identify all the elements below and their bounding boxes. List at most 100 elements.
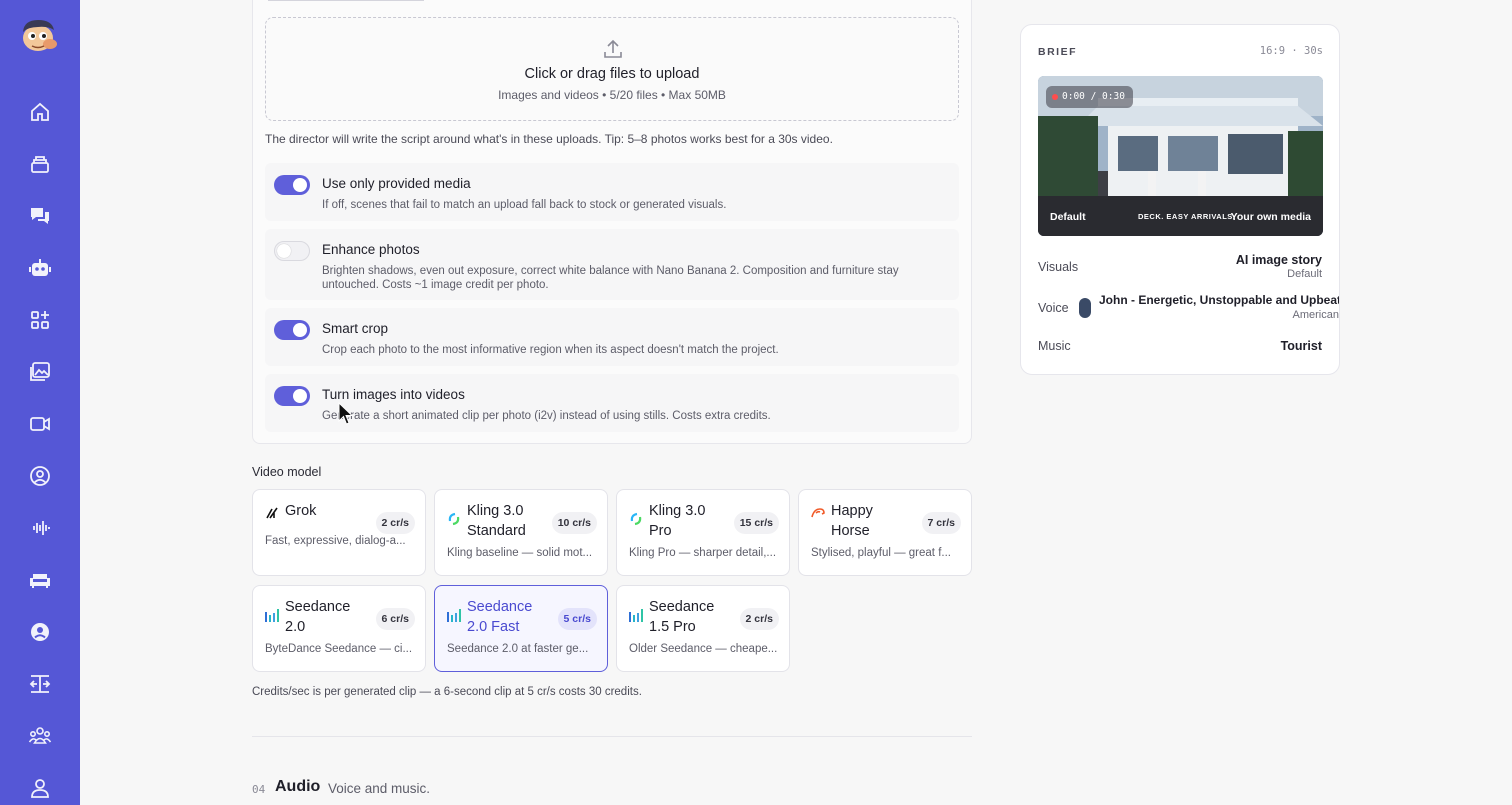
model-rate-badge: 10 cr/s (551, 512, 597, 534)
option-description: Generate a short animated clip per photo… (322, 410, 771, 422)
user-circle-icon[interactable] (28, 464, 52, 488)
model-rate-badge: 15 cr/s (733, 512, 779, 534)
apps-icon[interactable] (28, 308, 52, 332)
toggle-knob (293, 323, 307, 337)
grok-logo-icon (265, 506, 279, 520)
model-rate-badge: 5 cr/s (557, 608, 597, 630)
toggle-knob (293, 389, 307, 403)
model-rate-badge: 7 cr/s (921, 512, 961, 534)
model-description: Kling baseline — solid mot... (447, 547, 593, 559)
audio-section-title: Audio (275, 778, 321, 795)
preview-caption-middle: DECK. EASY ARRIVALS. (1138, 212, 1236, 221)
upload-tip: The director will write the script aroun… (265, 132, 833, 146)
upload-subtitle: Images and videos • 5/20 files • Max 50M… (498, 88, 726, 102)
model-name: Kling 3.0 Standard (467, 503, 526, 539)
model-description: Seedance 2.0 at faster ge... (447, 643, 589, 655)
dual-arrow-icon[interactable] (28, 672, 52, 696)
model-name: Happy Horse (831, 503, 873, 539)
toggle-turn-images-into-videos[interactable] (274, 386, 310, 406)
upload-dropzone[interactable]: Click or drag files to upload Images and… (265, 17, 959, 121)
person-icon[interactable] (28, 776, 52, 800)
profile-icon[interactable] (28, 620, 52, 644)
robot-icon[interactable] (28, 256, 52, 280)
preview-caption-right: Your own media (1230, 211, 1311, 223)
model-name: Seedance 1.5 Pro (649, 599, 715, 635)
option-title: Smart crop (322, 321, 389, 336)
brief-format: 16:9 · 30s (1259, 45, 1323, 57)
model-card-seedance-1-5-pro[interactable]: Seedance 1.5 Pro 2 cr/s Older Seedance —… (616, 585, 790, 672)
toggle-smart-crop[interactable] (274, 320, 310, 340)
model-description: Stylised, playful — great f... (811, 547, 951, 559)
video-camera-icon[interactable] (28, 412, 52, 436)
sofa-icon[interactable] (28, 568, 52, 592)
chat-icon[interactable] (28, 204, 52, 228)
option-title: Turn images into videos (322, 387, 465, 402)
timecode-text: 0:00 / 0:30 (1062, 91, 1125, 102)
option-use-only-provided-media: Use only provided media If off, scenes t… (265, 163, 959, 221)
section-number: 04 (252, 783, 266, 796)
model-description: ByteDance Seedance — ci... (265, 643, 413, 655)
option-turn-images-into-videos: Turn images into videos Generate a short… (265, 374, 959, 432)
kling-logo-icon (447, 512, 461, 526)
visuals-sub: Default (1287, 268, 1322, 280)
house-icon[interactable] (28, 100, 52, 124)
voice-value: John - Energetic, Unstoppable and Upbeat (1099, 293, 1340, 307)
video-timecode: 0:00 / 0:30 (1046, 86, 1133, 108)
waveform-icon[interactable] (28, 516, 52, 540)
model-rate-badge: 2 cr/s (739, 608, 779, 630)
stack-icon[interactable] (28, 152, 52, 176)
model-description: Kling Pro — sharper detail,... (629, 547, 777, 559)
kling-logo-icon (629, 512, 643, 526)
toggle-use-only-provided-media[interactable] (274, 175, 310, 195)
voice-sub: American (1292, 309, 1339, 321)
section-divider (252, 736, 972, 737)
toggle-enhance-photos[interactable] (274, 241, 310, 261)
model-description: Older Seedance — cheape... (629, 643, 778, 655)
option-description: Crop each photo to the most informative … (322, 344, 779, 356)
model-name: Seedance 2.0 (285, 599, 351, 635)
voice-avatar (1079, 298, 1091, 318)
upload-title: Click or drag files to upload (524, 66, 700, 82)
model-rate-badge: 6 cr/s (375, 608, 415, 630)
toggle-knob (293, 178, 307, 192)
team-icon[interactable] (28, 724, 52, 748)
option-title: Use only provided media (322, 176, 471, 191)
video-preview[interactable]: 0:00 / 0:30 Default DECK. EASY ARRIVALS.… (1038, 76, 1323, 236)
music-value: Tourist (1280, 339, 1322, 353)
preview-caption-left: Default (1050, 211, 1086, 223)
music-label: Music (1038, 339, 1071, 353)
logo-icon[interactable] (18, 14, 60, 54)
model-card-kling-3-standard[interactable]: Kling 3.0 Standard 10 cr/s Kling baselin… (434, 489, 608, 576)
model-name: Seedance 2.0 Fast (467, 599, 533, 635)
model-card-seedance-2[interactable]: Seedance 2.0 6 cr/s ByteDance Seedance —… (252, 585, 426, 672)
happy-horse-logo-icon (811, 506, 825, 520)
option-title: Enhance photos (322, 242, 420, 257)
option-enhance-photos: Enhance photos Brighten shadows, even ou… (265, 229, 959, 300)
option-description: Brighten shadows, even out exposure, cor… (322, 265, 899, 291)
audio-section-subtitle: Voice and music. (328, 781, 431, 796)
gallery-icon[interactable] (28, 360, 52, 384)
model-description: Fast, expressive, dialog-a... (265, 535, 406, 547)
brief-title: BRIEF (1038, 46, 1077, 58)
brief-panel: BRIEF 16:9 · 30s 0:00 / 0:30 Default DEC… (1020, 24, 1340, 375)
credits-note: Credits/sec is per generated clip — a 6-… (252, 686, 642, 698)
upload-icon (602, 38, 624, 60)
seedance-logo-icon (265, 608, 279, 622)
toggle-knob (277, 244, 291, 258)
seedance-logo-icon (629, 608, 643, 622)
seedance-logo-icon (447, 608, 461, 622)
model-card-happy-horse[interactable]: Happy Horse 7 cr/s Stylised, playful — g… (798, 489, 972, 576)
model-card-grok[interactable]: Grok 2 cr/s Fast, expressive, dialog-a..… (252, 489, 426, 576)
voice-label: Voice (1038, 301, 1069, 315)
model-name: Kling 3.0 Pro (649, 503, 706, 539)
mouse-cursor-icon (338, 401, 354, 426)
model-card-kling-3-pro[interactable]: Kling 3.0 Pro 15 cr/s Kling Pro — sharpe… (616, 489, 790, 576)
model-rate-badge: 2 cr/s (375, 512, 415, 534)
option-description: If off, scenes that fail to match an upl… (322, 199, 727, 211)
model-card-seedance-2-fast[interactable]: Seedance 2.0 Fast 5 cr/s Seedance 2.0 at… (434, 585, 608, 672)
visuals-label: Visuals (1038, 260, 1079, 274)
model-name: Grok (285, 503, 317, 519)
option-smart-crop: Smart crop Crop each photo to the most i… (265, 308, 959, 366)
upload-tab-stub (268, 0, 424, 1)
video-model-label: Video model (252, 465, 322, 479)
